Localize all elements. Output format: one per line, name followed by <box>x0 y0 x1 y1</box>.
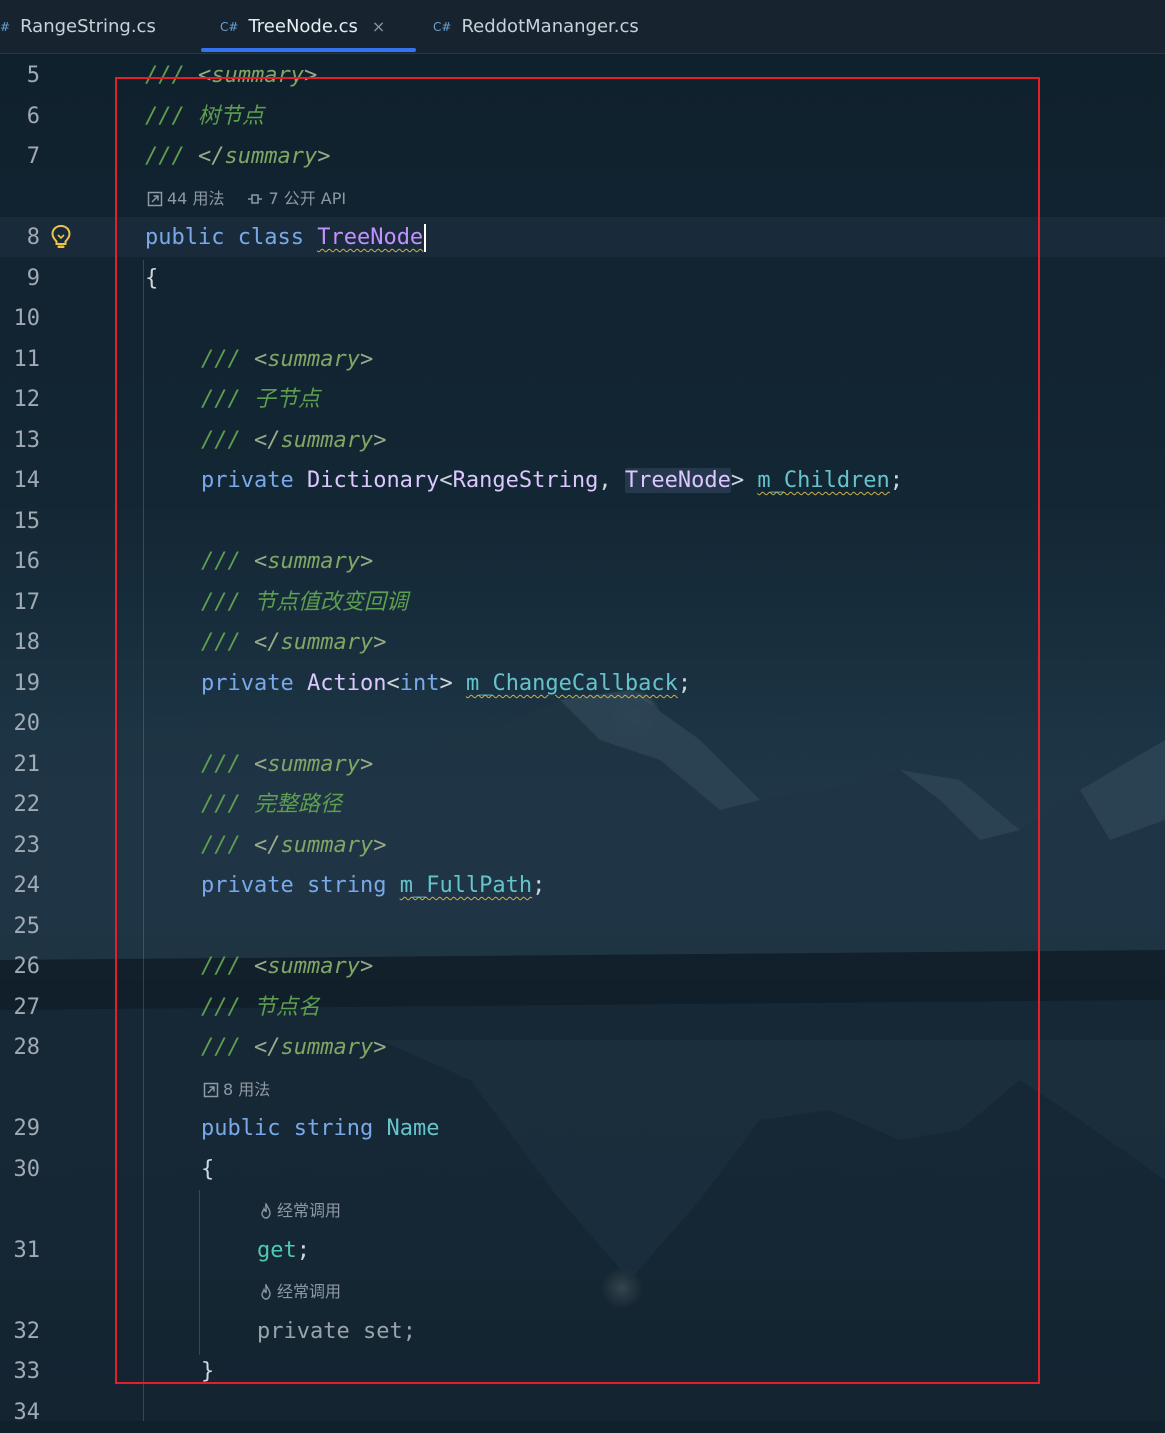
code-line-7[interactable]: /// </summary> <box>145 137 330 177</box>
line-number: 13 <box>13 428 41 453</box>
csharp-file-icon: C# <box>220 19 239 34</box>
code-line-18[interactable]: /// </summary> <box>201 623 386 663</box>
line-number: 9 <box>26 266 40 291</box>
flame-icon <box>261 1284 271 1300</box>
line-number: 17 <box>13 590 41 615</box>
line-number: 31 <box>13 1238 41 1263</box>
line-number: 21 <box>13 752 41 777</box>
active-tab-indicator <box>201 48 416 52</box>
code-line-5[interactable]: /// <summary> <box>145 56 317 96</box>
line-number: 6 <box>26 104 40 129</box>
class-inlay-hints: 44 用法 7 公开 API <box>147 187 346 211</box>
shoreline <box>0 950 1165 1010</box>
line-number: 20 <box>13 711 41 736</box>
line-number: 18 <box>13 630 41 655</box>
link-arrow-icon <box>147 191 163 207</box>
code-line-27[interactable]: /// 节点名 <box>201 988 320 1028</box>
code-line-16[interactable]: /// <summary> <box>201 542 373 582</box>
line-number: 29 <box>13 1116 41 1141</box>
tab-label: RangeString.cs <box>20 16 156 37</box>
code-line-19[interactable]: private Action<int> m_ChangeCallback; <box>201 664 691 704</box>
line-number: 34 <box>13 1400 41 1425</box>
code-line-8[interactable]: public class TreeNode <box>145 218 427 258</box>
api-icon <box>248 194 263 204</box>
indent-guide <box>199 1190 200 1355</box>
property-usages-hint[interactable]: 8 用法 <box>203 1078 270 1102</box>
line-number: 11 <box>13 347 41 372</box>
close-icon[interactable]: × <box>372 17 385 36</box>
code-line-12[interactable]: /// 子节点 <box>201 380 320 420</box>
tab-rangestring[interactable]: # RangeString.cs <box>0 0 156 53</box>
code-line-11[interactable]: /// <summary> <box>201 340 373 380</box>
line-number: 15 <box>13 509 41 534</box>
text-caret <box>424 224 427 252</box>
code-line-6[interactable]: /// 树节点 <box>145 97 264 137</box>
field-m-fullpath[interactable]: m_FullPath <box>400 873 532 898</box>
line-number: 33 <box>13 1359 41 1384</box>
code-line-29[interactable]: public string Name <box>201 1109 439 1149</box>
tab-label: TreeNode.cs <box>248 16 358 37</box>
code-line-22[interactable]: /// 完整路径 <box>201 785 342 825</box>
line-number: 26 <box>13 954 41 979</box>
code-line-13[interactable]: /// </summary> <box>201 421 386 461</box>
line-number: 12 <box>13 387 41 412</box>
line-number: 19 <box>13 671 41 696</box>
field-m-changecallback[interactable]: m_ChangeCallback <box>466 671 678 696</box>
line-number: 7 <box>26 144 40 169</box>
code-line-30[interactable]: { <box>201 1150 214 1190</box>
code-line-23[interactable]: /// </summary> <box>201 826 386 866</box>
line-number: 23 <box>13 833 41 858</box>
usages-hint[interactable]: 44 用法 <box>147 187 224 211</box>
flame-icon <box>261 1203 271 1219</box>
editor-tab-bar: # RangeString.cs C# TreeNode.cs × C# Red… <box>0 0 1165 54</box>
line-number: 5 <box>26 63 40 88</box>
code-line-31[interactable]: get; <box>257 1231 310 1271</box>
line-number: 30 <box>13 1157 41 1182</box>
property-name[interactable]: Name <box>386 1116 439 1141</box>
line-number: 16 <box>13 549 41 574</box>
code-line-26[interactable]: /// <summary> <box>201 947 373 987</box>
line-number: 27 <box>13 995 41 1020</box>
code-line-32[interactable]: private set; <box>257 1312 416 1352</box>
tab-label: ReddotMananger.cs <box>461 16 639 37</box>
line-number: 24 <box>13 873 41 898</box>
code-line-14[interactable]: private Dictionary<RangeString, TreeNode… <box>201 461 903 501</box>
line-number: 10 <box>13 306 41 331</box>
code-line-17[interactable]: /// 节点值改变回调 <box>201 583 408 623</box>
setter-hint[interactable]: 经常调用 <box>259 1280 341 1304</box>
code-line-24[interactable]: private string m_FullPath; <box>201 866 545 906</box>
lightbulb-icon[interactable] <box>50 224 72 250</box>
line-number: 22 <box>13 792 41 817</box>
code-line-21[interactable]: /// <summary> <box>201 745 373 785</box>
csharp-file-icon: C# <box>433 19 452 34</box>
link-arrow-icon <box>203 1082 219 1098</box>
line-number: 8 <box>26 225 40 250</box>
line-number: 25 <box>13 914 41 939</box>
indent-guide <box>143 260 144 1421</box>
background-landscape <box>0 690 1165 1421</box>
line-number: 28 <box>13 1035 41 1060</box>
code-line-28[interactable]: /// </summary> <box>201 1028 386 1068</box>
tab-treenode[interactable]: C# TreeNode.cs × <box>220 0 385 53</box>
csharp-file-icon: # <box>0 19 11 34</box>
class-name-treenode[interactable]: TreeNode <box>317 225 423 250</box>
tab-reddotmananger[interactable]: C# ReddotMananger.cs <box>433 0 639 53</box>
code-line-9[interactable]: { <box>145 259 158 299</box>
getter-hint[interactable]: 经常调用 <box>259 1199 341 1223</box>
line-number: 14 <box>13 468 41 493</box>
field-m-children[interactable]: m_Children <box>757 468 889 493</box>
line-number: 32 <box>13 1319 41 1344</box>
code-line-33[interactable]: } <box>201 1352 214 1392</box>
api-hint[interactable]: 7 公开 API <box>246 187 346 211</box>
